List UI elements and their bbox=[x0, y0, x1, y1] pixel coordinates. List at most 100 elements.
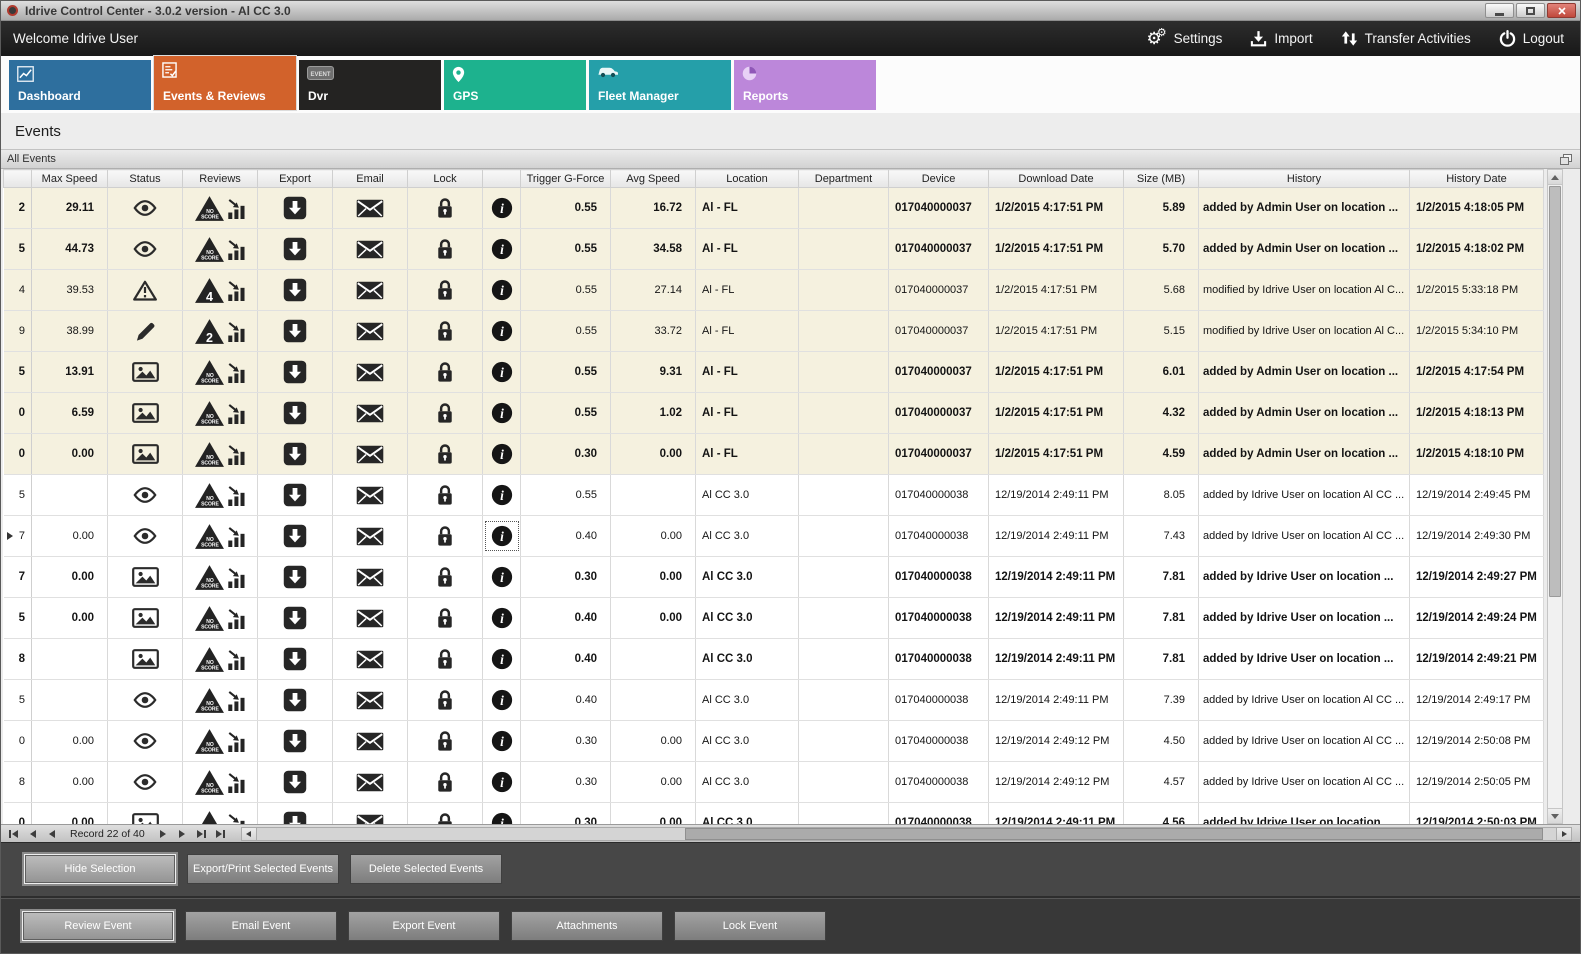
nav-prev-page-button[interactable] bbox=[24, 827, 41, 840]
event-row[interactable]: 5 0.00 NOSCORE i 0.40 0.00 Al CC 3.0 017… bbox=[4, 598, 1544, 639]
tab-fleet-manager[interactable]: Fleet Manager bbox=[589, 60, 731, 110]
email-icon[interactable] bbox=[356, 199, 384, 218]
event-row[interactable]: 8 NOSCORE i 0.40 Al CC 3.0 017040000038 … bbox=[4, 639, 1544, 680]
export-icon[interactable] bbox=[283, 770, 307, 794]
review-score-badge[interactable]: 2 bbox=[194, 318, 225, 345]
column-header-status[interactable]: Status bbox=[108, 170, 183, 188]
image-icon[interactable] bbox=[132, 608, 159, 628]
email-icon[interactable] bbox=[356, 691, 384, 710]
nav-next-button[interactable] bbox=[155, 827, 172, 840]
tab-dvr[interactable]: EVENTDvr bbox=[299, 60, 441, 110]
event-row[interactable]: 8 0.00 NOSCORE i 0.30 0.00 Al CC 3.0 017… bbox=[4, 762, 1544, 803]
lock-icon[interactable] bbox=[436, 279, 454, 301]
review-stats-icon[interactable] bbox=[226, 198, 247, 219]
review-stats-icon[interactable] bbox=[226, 321, 247, 342]
event-row[interactable]: 7 0.00 NOSCORE i 0.40 0.00 Al CC 3.0 017… bbox=[4, 516, 1544, 557]
info-icon[interactable]: i bbox=[491, 320, 513, 342]
column-header-device[interactable]: Device bbox=[889, 170, 989, 188]
review-score-badge[interactable]: NOSCORE bbox=[194, 441, 225, 468]
review-stats-icon[interactable] bbox=[226, 608, 247, 629]
scroll-up-button[interactable] bbox=[1548, 170, 1562, 185]
review-stats-icon[interactable] bbox=[226, 280, 247, 301]
column-header-avg-speed[interactable]: Avg Speed bbox=[611, 170, 696, 188]
export-icon[interactable] bbox=[283, 196, 307, 220]
lock-icon[interactable] bbox=[436, 443, 454, 465]
review-score-badge[interactable]: NOSCORE bbox=[194, 769, 225, 796]
maximize-button[interactable] bbox=[1516, 3, 1545, 18]
export-icon[interactable] bbox=[283, 278, 307, 302]
column-header-info[interactable] bbox=[483, 170, 521, 188]
review-stats-icon[interactable] bbox=[226, 239, 247, 260]
vertical-scrollbar[interactable] bbox=[1547, 169, 1563, 824]
attachments-button[interactable]: Attachments bbox=[511, 911, 663, 941]
email-icon[interactable] bbox=[356, 281, 384, 300]
warning-icon[interactable] bbox=[133, 280, 157, 301]
email-icon[interactable] bbox=[356, 404, 384, 423]
export-icon[interactable] bbox=[283, 688, 307, 712]
column-header-history[interactable]: History bbox=[1199, 170, 1410, 188]
column-header-location[interactable]: Location bbox=[696, 170, 799, 188]
lock-icon[interactable] bbox=[436, 361, 454, 383]
image-icon[interactable] bbox=[132, 649, 159, 669]
nav-last-button[interactable] bbox=[193, 827, 210, 840]
lock-icon[interactable] bbox=[436, 238, 454, 260]
lock-icon[interactable] bbox=[436, 525, 454, 547]
n av-next-page-button[interactable] bbox=[174, 827, 191, 840]
email-icon[interactable] bbox=[356, 486, 384, 505]
tab-gps[interactable]: GPS bbox=[444, 60, 586, 110]
email-icon[interactable] bbox=[356, 609, 384, 628]
event-row[interactable]: 5 13.91 NOSCORE i 0.55 9.31 Al - FL 0170… bbox=[4, 352, 1544, 393]
email-icon[interactable] bbox=[356, 445, 384, 464]
lock-icon[interactable] bbox=[436, 197, 454, 219]
email-icon[interactable] bbox=[356, 773, 384, 792]
column-header-lock[interactable]: Lock bbox=[408, 170, 483, 188]
panel-restore-icon[interactable] bbox=[1560, 154, 1572, 165]
topbar-transfer-activities-button[interactable]: Transfer Activities bbox=[1341, 30, 1471, 47]
pencil-icon[interactable] bbox=[135, 321, 156, 342]
export-icon[interactable] bbox=[283, 237, 307, 261]
tab-events-reviews[interactable]: Events & Reviews bbox=[154, 56, 296, 110]
review-stats-icon[interactable] bbox=[226, 485, 247, 506]
export-icon[interactable] bbox=[283, 401, 307, 425]
email-icon[interactable] bbox=[356, 322, 384, 341]
email-icon[interactable] bbox=[356, 240, 384, 259]
export-icon[interactable] bbox=[283, 565, 307, 589]
tab-reports[interactable]: Reports bbox=[734, 60, 876, 110]
event-row[interactable]: 0 0.00 NOSCORE i 0.30 0.00 Al - FL 01704… bbox=[4, 434, 1544, 475]
info-icon[interactable]: i bbox=[491, 361, 513, 383]
eye-icon[interactable] bbox=[132, 200, 158, 216]
export-icon[interactable] bbox=[283, 647, 307, 671]
lock-icon[interactable] bbox=[436, 484, 454, 506]
review-score-badge[interactable]: NOSCORE bbox=[194, 810, 225, 825]
close-button[interactable] bbox=[1547, 3, 1576, 18]
review-score-badge[interactable]: 4 bbox=[194, 277, 225, 304]
info-icon[interactable]: i bbox=[491, 566, 513, 588]
horizontal-scrollbar[interactable] bbox=[241, 827, 1572, 841]
event-row[interactable]: 9 38.99 2 i 0.55 33.72 Al - FL 017040000… bbox=[4, 311, 1544, 352]
info-icon[interactable]: i bbox=[491, 197, 513, 219]
info-icon[interactable]: i bbox=[491, 238, 513, 260]
info-icon[interactable]: i bbox=[491, 443, 513, 465]
event-row[interactable]: 7 0.00 NOSCORE i 0.30 0.00 Al CC 3.0 017… bbox=[4, 557, 1544, 598]
lock-icon[interactable] bbox=[436, 689, 454, 711]
review-score-badge[interactable]: NOSCORE bbox=[194, 195, 225, 222]
export-icon[interactable] bbox=[283, 811, 307, 824]
nav-first-button[interactable] bbox=[5, 827, 22, 840]
lock-icon[interactable] bbox=[436, 812, 454, 824]
info-icon[interactable]: i bbox=[491, 402, 513, 424]
email-icon[interactable] bbox=[356, 732, 384, 751]
eye-icon[interactable] bbox=[132, 487, 158, 503]
review-score-badge[interactable]: NOSCORE bbox=[194, 687, 225, 714]
export-icon[interactable] bbox=[283, 483, 307, 507]
export-icon[interactable] bbox=[283, 442, 307, 466]
eye-icon[interactable] bbox=[132, 774, 158, 790]
tab-dashboard[interactable]: Dashboard bbox=[9, 60, 151, 110]
column-header-department[interactable]: Department bbox=[799, 170, 889, 188]
event-row[interactable]: 0 6.59 NOSCORE i 0.55 1.02 Al - FL 01704… bbox=[4, 393, 1544, 434]
review-stats-icon[interactable] bbox=[226, 731, 247, 752]
vertical-scroll-thumb[interactable] bbox=[1549, 186, 1561, 597]
image-icon[interactable] bbox=[132, 403, 159, 423]
delete-selected-events-button[interactable]: Delete Selected Events bbox=[350, 854, 502, 884]
scroll-down-button[interactable] bbox=[1548, 808, 1562, 823]
review-stats-icon[interactable] bbox=[226, 362, 247, 383]
